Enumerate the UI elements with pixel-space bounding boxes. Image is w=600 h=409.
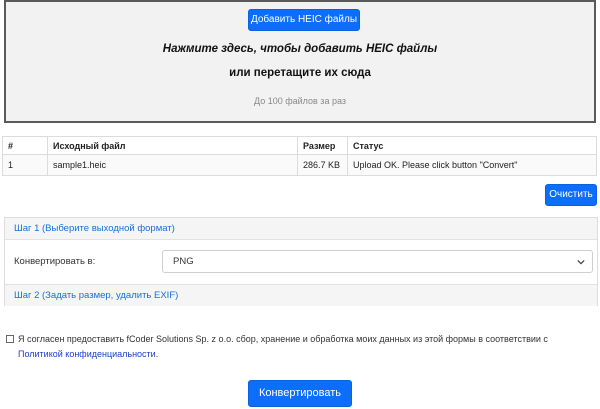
convert-button[interactable]: Конвертировать — [248, 380, 352, 407]
row-file-name: sample1.heic — [47, 154, 298, 176]
column-header-status: Статус — [347, 136, 597, 155]
column-header-size: Размер — [297, 136, 348, 155]
selected-format: PNG — [173, 256, 194, 267]
privacy-consent: Я согласен предоставить fCoder Solutions… — [6, 332, 596, 362]
row-file-size: 286.7 KB — [297, 154, 348, 176]
file-dropzone[interactable]: Добавить HEIC файлы Нажмите здесь, чтобы… — [4, 0, 596, 123]
dropzone-instruction: Нажмите здесь, чтобы добавить HEIC файлы — [162, 43, 438, 55]
files-table: # Исходный файл Размер Статус 1 sample1.… — [2, 136, 597, 176]
add-heic-files-button[interactable]: Добавить HEIC файлы — [248, 9, 360, 31]
output-format-select[interactable]: PNG — [162, 250, 593, 273]
column-header-number: # — [2, 136, 48, 155]
dropzone-file-limit: До 100 файлов за раз — [254, 96, 346, 106]
row-number: 1 — [2, 154, 48, 176]
dropzone-drag-hint: или перетащите их сюда — [229, 67, 371, 79]
consent-checkbox[interactable] — [6, 335, 14, 343]
privacy-policy-link[interactable]: Политикой конфиденциальности — [18, 349, 156, 359]
column-header-source-file: Исходный файл — [47, 136, 298, 155]
chevron-down-icon — [577, 259, 585, 265]
row-status: Upload OK. Please click button "Convert" — [347, 154, 597, 176]
step1-header[interactable]: Шаг 1 (Выберите выходной формат) — [5, 218, 597, 240]
consent-suffix: . — [155, 349, 159, 359]
convert-to-label: Конвертировать в: — [14, 256, 96, 267]
convert-to-row: Конвертировать в: PNG — [5, 241, 597, 283]
consent-text: Я согласен предоставить fCoder Solutions… — [18, 334, 548, 344]
table-row: 1 sample1.heic 286.7 KB Upload OK. Pleas… — [2, 154, 597, 176]
step2-header[interactable]: Шаг 2 (Задать размер, удалить EXIF) — [5, 284, 597, 306]
conversion-steps-panel: Шаг 1 (Выберите выходной формат) Конверт… — [4, 217, 598, 306]
table-header-row: # Исходный файл Размер Статус — [2, 136, 597, 155]
clear-button[interactable]: Очистить — [545, 184, 597, 206]
